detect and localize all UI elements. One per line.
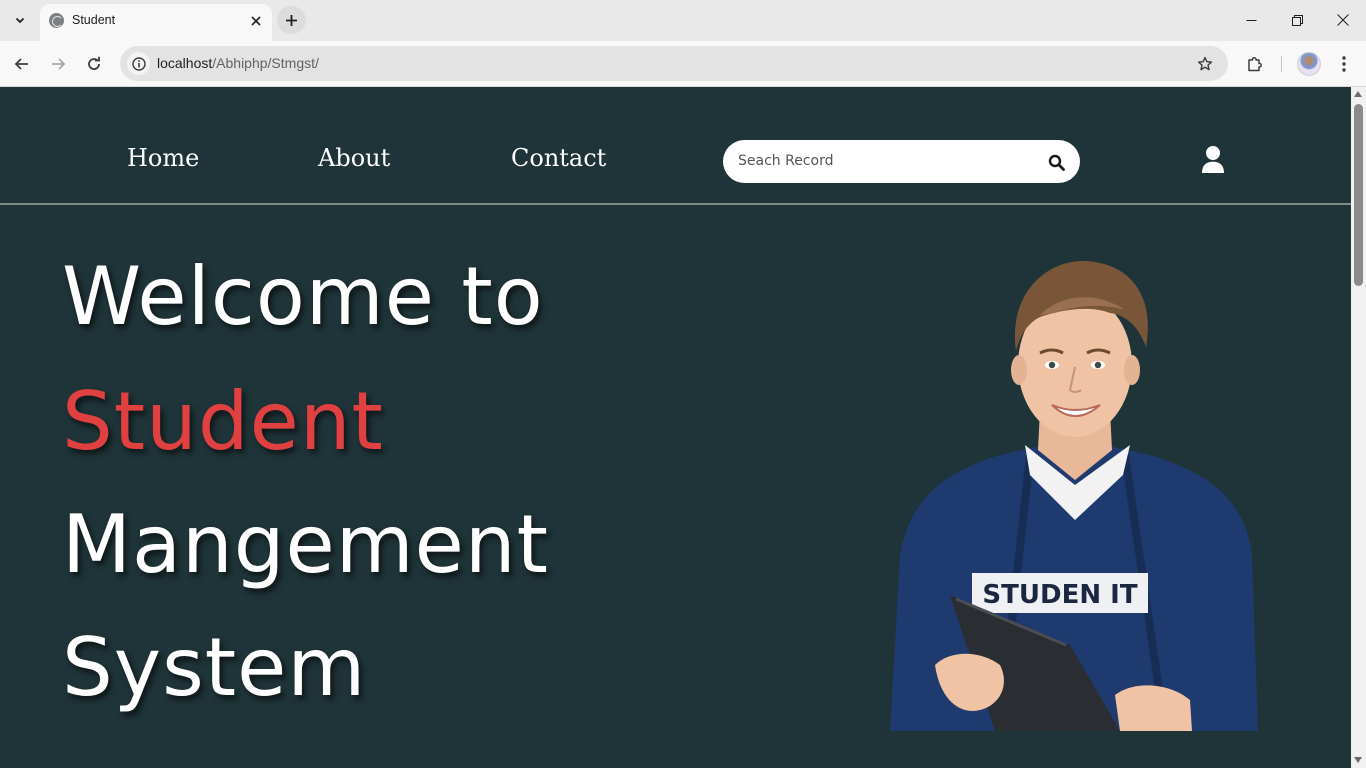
hero-line-student: Student [62,375,384,468]
extensions-icon [1248,57,1262,72]
extensions-button[interactable] [1240,49,1270,79]
search-icon [1048,154,1065,171]
search-input[interactable] [738,151,1038,171]
info-icon [131,56,146,71]
address-bar[interactable]: localhost/Abhiphp/Stmgst/ [120,46,1228,81]
site-navbar: Home About Contact [0,87,1351,205]
restore-button[interactable] [1274,0,1320,40]
reload-button[interactable] [79,49,109,79]
close-window-button[interactable] [1320,0,1366,40]
nav-home-link[interactable]: Home [127,144,199,172]
more-icon [1342,56,1346,72]
page-scrollbar[interactable] [1351,87,1366,768]
scroll-down-icon[interactable] [1354,757,1362,763]
browser-tabstrip: Student [0,0,1366,41]
browser-menu-button[interactable] [1330,49,1358,79]
back-button[interactable] [7,49,37,79]
toolbar-divider [1281,56,1282,72]
url-path: /Abhiphp/Stmgst/ [212,55,319,71]
scrollbar-thumb[interactable] [1354,104,1363,286]
browser-toolbar: localhost/Abhiphp/Stmgst/ [0,41,1366,87]
scroll-up-icon[interactable] [1354,91,1362,97]
minimize-icon [1246,19,1256,21]
search-button[interactable] [1045,151,1067,173]
page-content: Home About Contact Welcome to Student Ma… [0,87,1351,768]
hero-line-system: System [62,621,367,714]
close-icon [1337,14,1349,26]
back-icon [14,58,28,70]
star-icon [1197,56,1213,71]
search-box [723,140,1080,183]
forward-icon [52,58,66,70]
chevron-down-icon [15,17,25,24]
shirt-text: STUDEN IT [982,580,1137,610]
close-icon [251,16,261,26]
nav-about-link[interactable]: About [318,144,390,172]
bookmark-button[interactable] [1194,53,1216,75]
nav-contact-link[interactable]: Contact [511,144,606,172]
tab-close-button[interactable] [245,10,267,32]
hero-line-management: Mangement [62,498,549,591]
restore-icon [1291,14,1303,26]
profile-avatar[interactable] [1297,52,1321,76]
browser-tab[interactable]: Student [40,4,272,41]
url-text: localhost/Abhiphp/Stmgst/ [157,55,319,71]
student-image: STUDEN IT [890,260,1258,731]
globe-icon [49,13,64,28]
hero-line-welcome: Welcome to [62,250,544,343]
minimize-button[interactable] [1228,0,1274,40]
forward-button[interactable] [43,49,73,79]
reload-icon [88,56,100,70]
tab-search-button[interactable] [7,8,33,32]
plus-icon [286,14,297,26]
user-account-button[interactable] [1199,145,1227,175]
tab-title: Student [72,13,116,27]
user-icon [1202,146,1224,173]
new-tab-button[interactable] [277,6,306,34]
site-info-button[interactable] [127,52,150,75]
url-host: localhost [157,55,213,71]
